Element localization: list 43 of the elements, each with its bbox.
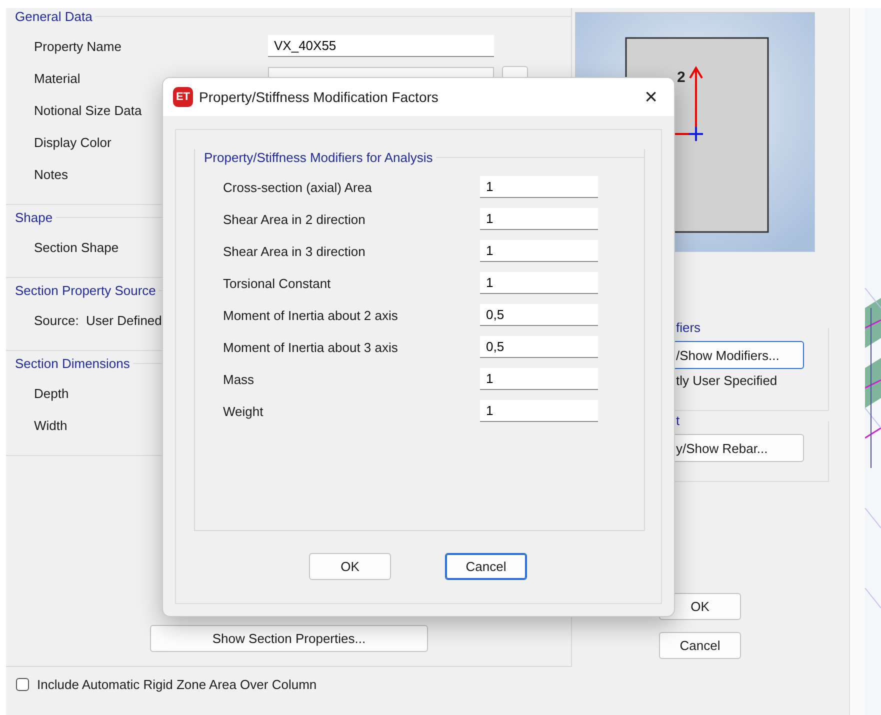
modifier-label: Cross-section (axial) Area xyxy=(223,180,373,194)
modifier-label: Mass xyxy=(223,372,256,386)
status-text: tly User Specified xyxy=(676,373,778,388)
group-legend: Property/Stiffness Modifiers for Analysis xyxy=(195,150,436,164)
rebar-button[interactable]: y/Show Rebar... xyxy=(674,434,804,462)
input-field[interactable]: 1 xyxy=(480,368,598,390)
field-label: Notes xyxy=(34,166,68,182)
input-field[interactable]: 0,5 xyxy=(480,336,598,358)
modifier-label: Shear Area in 2 direction xyxy=(223,212,366,226)
field-label: Source: User Defined xyxy=(34,312,162,328)
modifier-label: Torsional Constant xyxy=(223,276,332,290)
input-field[interactable]: 1 xyxy=(480,400,598,422)
input-field[interactable]: VX_40X55 xyxy=(268,35,494,57)
field-label: Property Name xyxy=(34,38,122,54)
field-label: Display Color xyxy=(34,134,112,150)
modifiers-button[interactable]: /Show Modifiers... xyxy=(674,341,804,369)
field-label: Section Shape xyxy=(34,240,119,254)
field-label: Width xyxy=(34,418,68,432)
modifier-label: Moment of Inertia about 3 axis xyxy=(223,340,399,354)
dialog-title: Property/Stiffness Modification Factors xyxy=(199,89,440,105)
checkbox-label: Include Automatic Rigid Zone Area Over Column xyxy=(37,676,317,692)
group-legend: Section Dimensions xyxy=(6,356,133,370)
cancel-button[interactable]: Cancel xyxy=(445,553,527,580)
field-label: Material xyxy=(34,70,80,86)
field-label: Notional Size Data xyxy=(34,102,142,118)
group-legend: General Data xyxy=(6,8,96,24)
group-legend: Section Property Source xyxy=(6,282,159,298)
modifier-label: Shear Area in 3 direction xyxy=(223,244,366,258)
cancel-button[interactable]: Cancel xyxy=(659,632,741,659)
group-legend: Shape xyxy=(6,210,56,224)
input-field[interactable]: 1 xyxy=(480,208,598,230)
input-field[interactable]: 1 xyxy=(480,272,598,294)
field-label: Depth xyxy=(34,386,69,400)
app-logo: ET xyxy=(173,87,193,107)
input-field[interactable]: 1 xyxy=(480,176,598,198)
input-field[interactable]: 1 xyxy=(480,240,598,262)
ok-button[interactable]: OK xyxy=(309,553,391,580)
modifier-label: Weight xyxy=(223,404,264,418)
checkbox[interactable] xyxy=(16,678,29,690)
input-field[interactable]: 0,5 xyxy=(480,304,598,326)
modifier-label: Moment of Inertia about 2 axis xyxy=(223,308,399,322)
close-button[interactable]: × xyxy=(628,78,674,116)
show-section-properties-button[interactable]: Show Section Properties... xyxy=(150,625,428,652)
